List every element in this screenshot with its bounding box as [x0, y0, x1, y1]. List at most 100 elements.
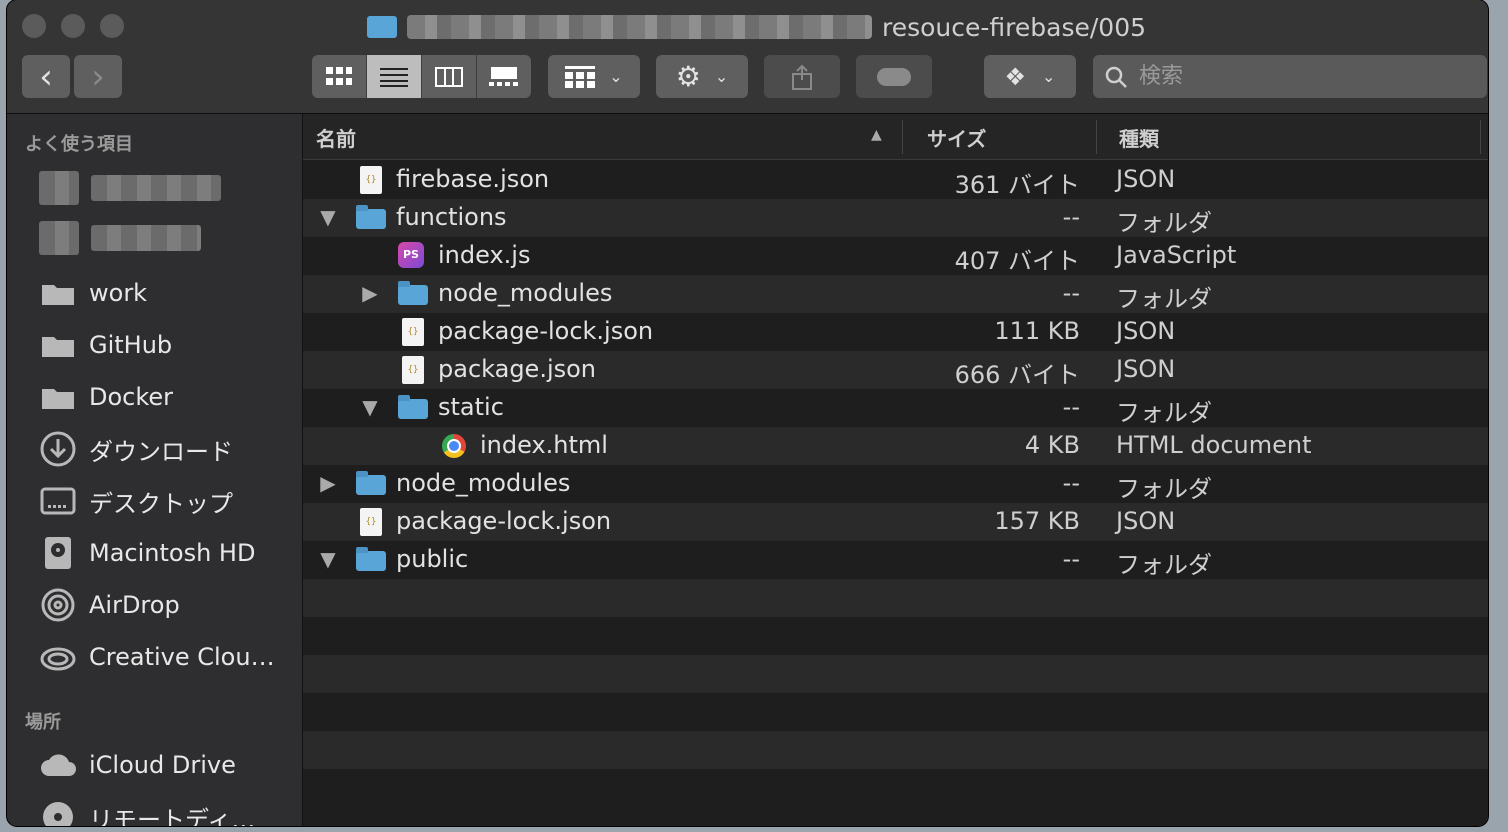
file-size: --: [1062, 203, 1080, 231]
sidebar-item-docker[interactable]: Docker: [39, 375, 173, 419]
search-input[interactable]: [1137, 63, 1461, 90]
disclosure-expanded-icon[interactable]: ▼: [359, 395, 381, 419]
desktop-icon: [39, 482, 77, 520]
action-menu-button[interactable]: ⚙ ⌄: [656, 55, 748, 98]
list-view-button[interactable]: [367, 55, 422, 98]
column-size-header[interactable]: サイズ: [927, 123, 986, 152]
table-row[interactable]: PS index.js 407 バイト JavaScript: [303, 237, 1488, 275]
redacted-label: [91, 175, 221, 201]
zoom-window-button[interactable]: [100, 14, 124, 38]
sidebar-item-creative-cloud[interactable]: Creative Clou…: [39, 635, 275, 679]
file-kind: フォルダ: [1116, 285, 1212, 313]
sidebar-item-redacted-2[interactable]: [39, 216, 201, 260]
folder-icon: [367, 16, 397, 38]
redacted-label: [91, 225, 201, 251]
file-kind: JSON: [1116, 317, 1176, 345]
file-size: 361 バイト: [954, 171, 1080, 199]
column-kind-header[interactable]: 種類: [1119, 123, 1159, 152]
close-window-button[interactable]: [22, 14, 46, 38]
window-title: resouce-firebase/005: [367, 8, 1146, 46]
table-row[interactable]: {} package-lock.json 111 KB JSON: [303, 313, 1488, 351]
sidebar-item-work[interactable]: work: [39, 271, 147, 315]
sidebar-item-label: Creative Clou…: [89, 643, 275, 671]
disclosure-collapsed-icon[interactable]: ▶: [317, 471, 339, 495]
file-name: package-lock.json: [396, 507, 612, 535]
sidebar-item-redacted-1[interactable]: [39, 166, 221, 210]
table-row[interactable]: {} firebase.json 361 バイト JSON: [303, 161, 1488, 199]
folder-icon: [398, 394, 428, 422]
sidebar-item-icloud-drive[interactable]: iCloud Drive: [39, 743, 236, 787]
file-name: public: [396, 545, 469, 573]
sidebar-item-downloads[interactable]: ダウンロード: [39, 427, 233, 471]
sidebar-item-github[interactable]: GitHub: [39, 323, 172, 367]
tag-button[interactable]: [856, 55, 932, 98]
file-kind: HTML document: [1116, 431, 1312, 459]
file-size: 157 KB: [994, 507, 1080, 535]
sidebar-item-label: iCloud Drive: [89, 751, 236, 779]
table-row[interactable]: {} package.json 666 バイト JSON: [303, 351, 1488, 389]
dropbox-button[interactable]: ❖ ⌄: [984, 55, 1076, 98]
disk-icon: [39, 534, 77, 572]
table-row[interactable]: ▶ node_modules -- フォルダ: [303, 275, 1488, 313]
sidebar-item-label: Docker: [89, 383, 174, 411]
sidebar-item-macintosh-hd[interactable]: Macintosh HD: [39, 531, 255, 575]
icon-view-button[interactable]: [312, 55, 367, 98]
file-kind: フォルダ: [1116, 475, 1212, 503]
gallery-view-button[interactable]: [477, 55, 531, 98]
file-size: --: [1062, 469, 1080, 497]
chrome-document-icon: [440, 432, 470, 460]
column-divider[interactable]: [1480, 120, 1481, 154]
dropbox-icon: ❖: [1004, 62, 1027, 91]
search-icon: [1105, 66, 1127, 88]
title-path: resouce-firebase/005: [882, 12, 1147, 42]
sidebar-item-desktop[interactable]: デスクトップ: [39, 479, 233, 523]
file-name: static: [438, 393, 504, 421]
file-size: 407 バイト: [954, 247, 1080, 275]
redacted-icon: [39, 221, 79, 255]
folder-icon: [39, 274, 77, 312]
file-size: --: [1062, 279, 1080, 307]
sidebar-item-airdrop[interactable]: AirDrop: [39, 583, 180, 627]
table-row[interactable]: ▼ static -- フォルダ: [303, 389, 1488, 427]
file-size: 111 KB: [994, 317, 1080, 345]
column-name-header[interactable]: 名前: [316, 123, 356, 152]
folder-icon: [398, 280, 428, 308]
empty-row: [303, 655, 1488, 693]
file-name: node_modules: [438, 279, 613, 307]
search-field[interactable]: [1093, 55, 1487, 98]
column-divider[interactable]: [902, 120, 903, 154]
minimize-window-button[interactable]: [61, 14, 85, 38]
sidebar-item-label: AirDrop: [89, 591, 180, 619]
sort-ascending-icon: ▲: [871, 127, 882, 143]
column-view-button[interactable]: [422, 55, 477, 98]
disclosure-collapsed-icon[interactable]: ▶: [359, 281, 381, 305]
creative-cloud-icon: [39, 638, 77, 676]
file-size: --: [1062, 545, 1080, 573]
column-divider[interactable]: [1096, 120, 1097, 154]
file-list: 名前 ▲ サイズ 種類 {} firebase.json 361 バイト JSON ▼ f…: [303, 114, 1488, 826]
file-name: package-lock.json: [438, 317, 654, 345]
columns-icon: [435, 66, 463, 87]
group-grid-icon: [565, 65, 596, 88]
airdrop-icon: [39, 586, 77, 624]
group-by-button[interactable]: ⌄: [548, 55, 640, 98]
empty-row: [303, 693, 1488, 731]
sidebar-item-remote-disc[interactable]: リモートディ…: [39, 795, 255, 826]
table-row[interactable]: ▼ functions -- フォルダ: [303, 199, 1488, 237]
disclosure-expanded-icon[interactable]: ▼: [317, 205, 339, 229]
forward-button[interactable]: ›: [74, 55, 122, 98]
table-row[interactable]: index.html 4 KB HTML document: [303, 427, 1488, 465]
table-row[interactable]: {} package-lock.json 157 KB JSON: [303, 503, 1488, 541]
grid-icon: [326, 66, 352, 85]
chevron-down-icon: ⌄: [1042, 67, 1056, 86]
share-button[interactable]: [764, 55, 840, 98]
table-row[interactable]: ▼ public -- フォルダ: [303, 541, 1488, 579]
list-icon: [380, 67, 408, 87]
toolbar: resouce-firebase/005 ‹ › ⌄ ⚙ ⌄ ❖ ⌄ 検索: [7, 0, 1488, 114]
locations-heading: 場所: [25, 712, 61, 733]
file-size: --: [1062, 393, 1080, 421]
back-button[interactable]: ‹: [22, 55, 70, 98]
table-row[interactable]: ▶ node_modules -- フォルダ: [303, 465, 1488, 503]
disclosure-expanded-icon[interactable]: ▼: [317, 547, 339, 571]
sidebar-item-label: GitHub: [89, 331, 173, 359]
